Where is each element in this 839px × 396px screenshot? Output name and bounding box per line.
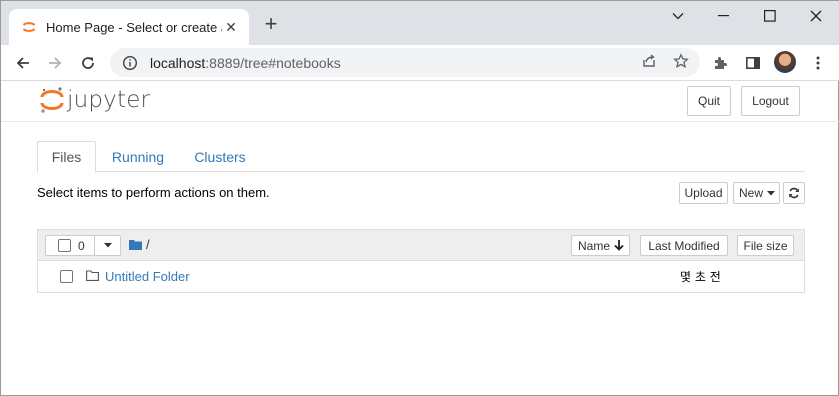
sort-name-label: Name [578,238,611,253]
caret-down-icon [767,190,776,195]
menu-kebab-icon[interactable] [807,52,829,74]
sort-file-size-button[interactable]: File size [737,235,794,256]
tab-running[interactable]: Running [103,141,173,172]
reload-icon[interactable] [75,50,101,76]
maximize-icon[interactable] [747,1,793,31]
selected-count: 0 [78,238,85,253]
jupyter-logo[interactable]: jupyter [40,86,150,114]
tab-close-icon[interactable]: ✕ [223,19,239,35]
refresh-icon [789,187,799,199]
select-all-checkbox[interactable] [58,239,71,252]
browser-toolbar: localhost:8889/tree#notebooks [1,45,839,81]
side-panel-icon[interactable] [742,52,764,74]
dashboard-tabs: Files Running Clusters [37,141,805,173]
upload-button[interactable]: Upload [679,182,728,204]
minimize-line-icon[interactable] [701,1,747,31]
url-path: :8889/tree#notebooks [205,54,341,71]
new-button-label: New [739,186,764,200]
refresh-button[interactable] [783,182,805,204]
arrow-down-icon [614,240,624,251]
list-item[interactable]: Untitled Folder 몇 초 전 [38,261,804,292]
forward-icon[interactable] [42,50,68,76]
quit-button[interactable]: Quit [687,86,731,116]
profile-avatar[interactable] [774,51,796,73]
url-text: localhost:8889/tree#notebooks [150,55,341,71]
bookmark-star-icon[interactable] [671,51,691,71]
folder-icon [86,270,99,281]
window-close-icon[interactable] [793,1,839,31]
jupyter-logo-text: jupyter [67,87,151,113]
sort-name-button[interactable]: Name [571,235,630,256]
share-icon[interactable] [639,51,659,71]
jupyter-favicon-icon [22,22,36,32]
browser-window: Home Page - Select or create a notebook … [0,0,839,396]
select-all-control[interactable]: 0 [45,235,95,256]
logout-button[interactable]: Logout [741,86,800,116]
tab-strip: Home Page - Select or create a notebook … [1,1,839,45]
minimize-icon[interactable] [655,1,701,31]
item-name-link[interactable]: Untitled Folder [105,269,190,284]
caret-down-icon [103,243,112,248]
item-checkbox[interactable] [60,270,73,283]
new-tab-icon[interactable]: + [260,13,282,36]
file-list: 0 / Name Last Modified File size Untitle… [37,229,805,293]
new-dropdown-button[interactable]: New [733,182,780,204]
extensions-icon[interactable] [709,52,731,74]
breadcrumb-root[interactable]: / [146,237,150,252]
url-host: localhost [150,54,206,71]
folder-icon[interactable] [129,239,142,250]
address-bar[interactable]: localhost:8889/tree#notebooks [110,48,700,77]
file-list-header: 0 / Name Last Modified File size [38,230,804,261]
browser-tab[interactable]: Home Page - Select or create a notebook … [9,9,249,45]
tab-clusters[interactable]: Clusters [185,141,255,172]
jupyter-logo-icon [40,87,64,113]
sort-last-modified-button[interactable]: Last Modified [640,235,728,256]
selection-hint: Select items to perform actions on them. [37,185,270,200]
item-modified: 몇 초 전 [680,270,721,284]
tab-files[interactable]: Files [37,141,96,173]
site-info-icon[interactable] [122,55,138,71]
jupyter-header: jupyter Quit Logout [1,82,839,122]
tab-title: Home Page - Select or create a notebook [46,19,222,35]
back-icon[interactable] [10,50,36,76]
selection-dropdown-button[interactable] [94,235,121,256]
